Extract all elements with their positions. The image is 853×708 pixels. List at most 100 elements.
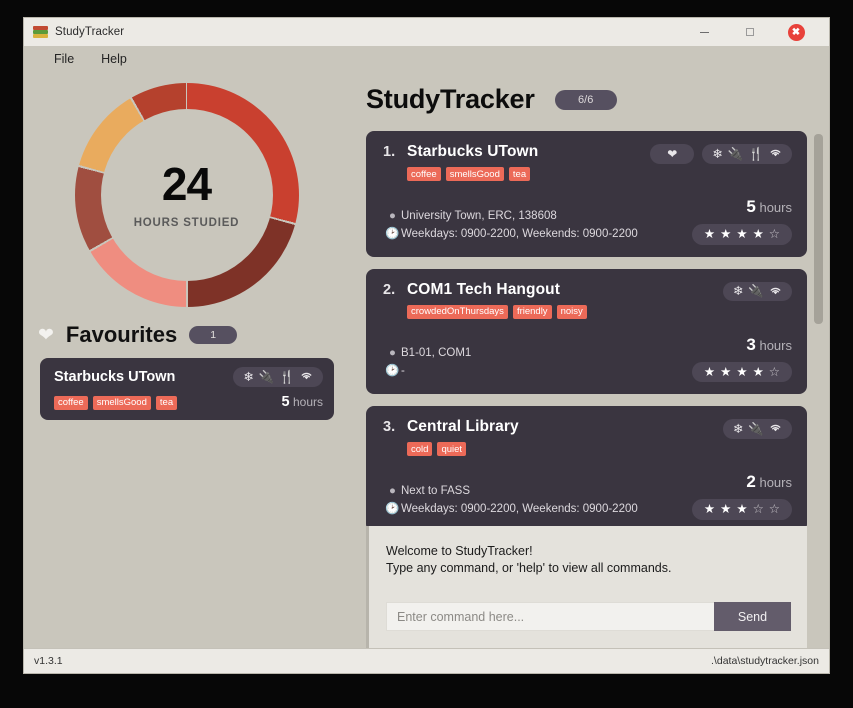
- window-controls: ✖: [681, 18, 819, 46]
- map-pin-icon: ●: [389, 209, 396, 222]
- spot-location: B1-01, COM1: [401, 347, 472, 359]
- favourite-toggle-button[interactable]: ❤: [650, 144, 695, 164]
- spot-hours-value: 5: [746, 197, 756, 216]
- tag: cold: [407, 442, 433, 456]
- spot-card-top: 1. Starbucks UTown coffee smellsGood tea…: [383, 143, 792, 181]
- study-spot-card[interactable]: 3. Central Library cold quiet ❄ 🔌 ● Next…: [366, 406, 807, 526]
- books-icon: [33, 25, 48, 39]
- left-panel: 24 HOURS STUDIED ❤ Favourites 1 Starbuck…: [24, 72, 349, 648]
- spot-opening-hours: Weekdays: 0900-2200, Weekends: 0900-2200: [401, 502, 638, 515]
- star-filled-icon: ★: [720, 502, 732, 516]
- cutlery-icon: 🍴: [748, 146, 764, 161]
- star-filled-icon: ★: [736, 364, 748, 379]
- spot-hours-row: 🕑 Weekdays: 0900-2200, Weekends: 0900-22…: [384, 227, 692, 241]
- tag: tea: [508, 167, 531, 181]
- rating-stars[interactable]: ★ ★ ★ ★ ☆: [691, 224, 792, 245]
- spot-card-bottom: ● University Town, ERC, 138608 🕑 Weekday…: [383, 197, 792, 245]
- spot-tags: crowdedOnThursdays friendly noisy: [407, 304, 723, 319]
- spot-opening-hours: -: [401, 365, 405, 377]
- menu-item-file[interactable]: File: [54, 52, 74, 66]
- star-filled-icon: ★: [736, 227, 748, 241]
- close-button[interactable]: ✖: [773, 18, 819, 46]
- map-pin-icon: ●: [389, 347, 396, 359]
- menu-item-help[interactable]: Help: [101, 52, 127, 66]
- hours-donut-chart: 24 HOURS STUDIED: [24, 80, 349, 310]
- page-title: StudyTracker: [366, 84, 535, 114]
- right-panel: StudyTracker 6/6 1. Starbucks UTown coff…: [349, 72, 829, 648]
- spot-badges: ❄ 🔌: [722, 281, 792, 301]
- command-input[interactable]: [386, 602, 714, 631]
- snowflake-icon: ❄: [732, 421, 744, 436]
- spot-card-top: 2. COM1 Tech Hangout crowdedOnThursdays …: [383, 281, 792, 319]
- star-filled-icon: ★: [736, 502, 748, 516]
- spot-title-block: Starbucks UTown coffee smellsGood tea: [407, 143, 650, 181]
- rating-stars[interactable]: ★ ★ ★ ☆ ☆: [691, 499, 792, 520]
- donut-value: 24: [161, 158, 212, 210]
- spot-name: COM1 Tech Hangout: [407, 280, 560, 298]
- spot-card-bottom: ● B1-01, COM1 🕑 - 3 hours ★ ★ ★ ★ ☆: [383, 334, 792, 382]
- spot-hours-value: 3: [746, 334, 756, 354]
- spot-count-badge: 6/6: [554, 89, 617, 110]
- list-scrollbar[interactable]: [814, 131, 823, 526]
- favourites-count-badge: 1: [189, 326, 238, 344]
- tag: friendly: [512, 304, 552, 319]
- spot-location: Next to FASS: [401, 484, 471, 497]
- spot-metrics: 3 hours ★ ★ ★ ★ ☆: [691, 334, 792, 382]
- app-window: StudyTracker ✖ File Help 24 HOURS STUDIE…: [23, 17, 830, 674]
- restore-icon: [746, 28, 754, 36]
- spot-name: Starbucks UTown: [407, 143, 539, 160]
- spot-badges: ❤ ❄ 🔌 🍴: [650, 143, 792, 164]
- study-spot-card[interactable]: 1. Starbucks UTown coffee smellsGood tea…: [366, 131, 807, 257]
- spot-hours-unit: hours: [759, 475, 792, 490]
- menu-bar: File Help: [24, 46, 829, 72]
- spot-location-row: ● Next to FASS: [384, 484, 692, 498]
- plug-icon: 🔌: [748, 421, 764, 436]
- star-filled-icon: ★: [720, 227, 732, 241]
- wifi-glyph: [301, 372, 312, 380]
- heart-icon: ❤: [38, 324, 54, 346]
- tag: crowdedOnThursdays: [407, 304, 508, 319]
- map-pin-icon: ●: [389, 484, 396, 497]
- donut-label: HOURS STUDIED: [133, 217, 240, 229]
- tag: smellsGood: [445, 167, 504, 181]
- console-line-2: Type any command, or 'help' to view all …: [386, 561, 672, 575]
- spot-info: ● Next to FASS 🕑 Weekdays: 0900-2200, We…: [383, 484, 692, 520]
- send-button[interactable]: Send: [714, 602, 791, 631]
- spot-tags: cold quiet: [407, 442, 723, 456]
- star-empty-icon: ☆: [768, 364, 780, 379]
- spot-hours-unit: hours: [759, 337, 792, 353]
- spot-index: 1.: [383, 144, 396, 160]
- console-line-1: Welcome to StudyTracker!: [386, 544, 533, 558]
- spot-hours-row: 🕑 -: [384, 364, 692, 378]
- tag: coffee: [407, 167, 441, 181]
- cutlery-icon: 🍴: [279, 369, 295, 384]
- favourite-card[interactable]: Starbucks UTown ❄ 🔌 🍴 coffee smellsGood …: [40, 358, 334, 420]
- scrollbar-thumb[interactable]: [814, 134, 823, 324]
- clock-icon: 🕑: [385, 227, 400, 240]
- tag: tea: [155, 395, 178, 410]
- minimize-button[interactable]: [681, 18, 727, 46]
- version-label: v1.3.1: [34, 655, 63, 667]
- spot-index: 2.: [383, 281, 396, 298]
- spot-location-row: ● University Town, ERC, 138608: [384, 209, 692, 223]
- wifi-icon: [300, 370, 313, 384]
- study-spot-card[interactable]: 2. COM1 Tech Hangout crowdedOnThursdays …: [366, 268, 807, 394]
- restore-button[interactable]: [727, 18, 773, 46]
- donut-ring: 24 HOURS STUDIED: [74, 83, 299, 307]
- star-filled-icon: ★: [720, 364, 732, 379]
- spot-title-block: Central Library cold quiet: [407, 418, 723, 456]
- favourites-header: ❤ Favourites 1: [24, 310, 349, 348]
- minimize-icon: [699, 31, 709, 33]
- tag: noisy: [556, 304, 587, 319]
- star-filled-icon: ★: [703, 364, 716, 379]
- favourite-card-top: Starbucks UTown ❄ 🔌 🍴: [54, 367, 323, 387]
- spot-card-bottom: ● Next to FASS 🕑 Weekdays: 0900-2200, We…: [383, 472, 792, 520]
- favourite-hours: 5 hours: [282, 394, 323, 410]
- spot-index: 3.: [383, 419, 396, 435]
- snowflake-icon: ❄: [243, 369, 254, 384]
- donut-center: 24 HOURS STUDIED: [100, 109, 273, 281]
- spot-location: University Town, ERC, 138608: [401, 209, 557, 222]
- amenities-pill: ❄ 🔌: [722, 281, 792, 301]
- star-empty-icon: ☆: [768, 502, 780, 516]
- rating-stars[interactable]: ★ ★ ★ ★ ☆: [691, 361, 792, 382]
